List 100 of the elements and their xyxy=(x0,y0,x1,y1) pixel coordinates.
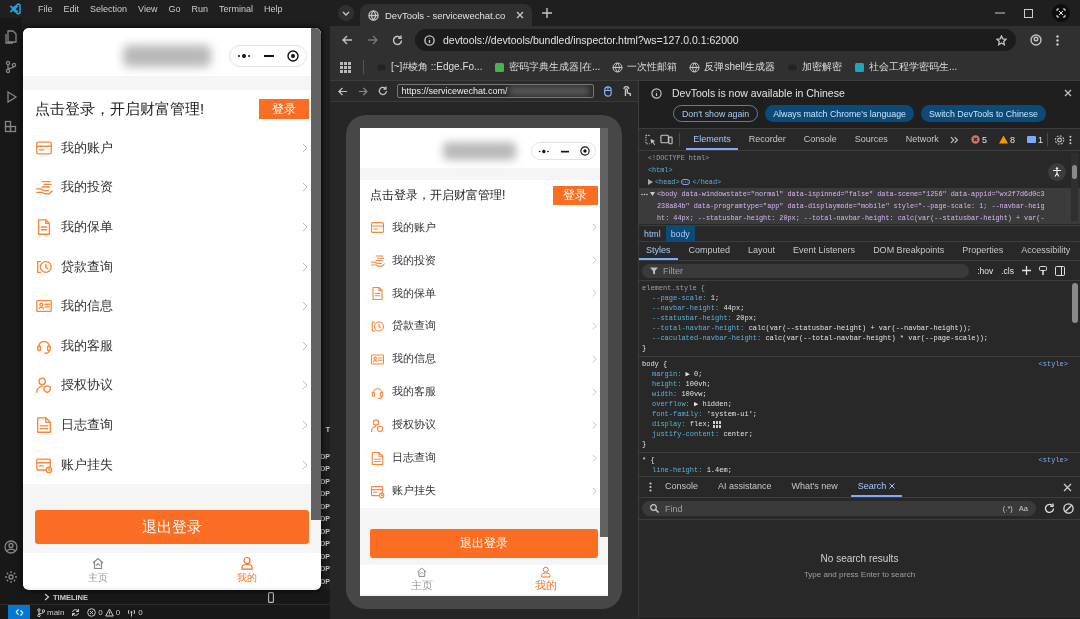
menu-item[interactable]: 账户挂失 xyxy=(360,474,600,508)
collapse-icon[interactable] xyxy=(650,192,655,196)
bookmark[interactable]: 社会工程学密码生... xyxy=(853,60,958,74)
close-icon[interactable] xyxy=(516,11,524,19)
minimize-icon[interactable] xyxy=(560,149,569,153)
panel-tab[interactable]: Sources xyxy=(847,129,895,150)
maximize-icon[interactable] xyxy=(1024,8,1033,18)
new-tab-icon[interactable] xyxy=(542,8,552,18)
sidebar-icon[interactable] xyxy=(1055,265,1065,276)
settings-icon[interactable] xyxy=(4,570,18,584)
branch-button[interactable]: main xyxy=(37,607,65,617)
device-toggle-icon[interactable] xyxy=(660,134,674,145)
bookmark[interactable]: 反弹shell生成器 xyxy=(689,60,775,74)
profile-icon[interactable] xyxy=(1030,34,1042,46)
grid-editor-icon[interactable] xyxy=(712,420,721,428)
menu-item[interactable]: 账户挂失 xyxy=(23,444,311,485)
sync-icon[interactable] xyxy=(71,607,81,617)
toggle-button[interactable]: .cls xyxy=(1001,265,1014,276)
styles-tab[interactable]: Computed xyxy=(681,242,738,260)
menu-item[interactable]: 我的保单 xyxy=(23,207,311,247)
ellipsis-icon[interactable] xyxy=(681,179,691,185)
styles-tab[interactable]: Event Listeners xyxy=(786,242,863,260)
panel-tab[interactable]: Network xyxy=(898,129,946,150)
apps-icon[interactable] xyxy=(340,61,351,73)
menu-item[interactable]: Selection xyxy=(90,4,128,14)
scrollbar[interactable] xyxy=(599,128,608,538)
capture-button[interactable] xyxy=(1052,4,1070,22)
menu-item[interactable]: 授权协议 xyxy=(360,408,600,442)
expand-icon[interactable] xyxy=(648,179,653,185)
files-icon[interactable] xyxy=(4,30,18,44)
notice-button[interactable]: Always match Chrome's language xyxy=(765,105,914,122)
menu-icon[interactable] xyxy=(649,482,652,492)
browser-tab[interactable]: DevTools - servicewechat.co xyxy=(360,4,532,26)
notice-button[interactable]: Switch DevTools to Chinese xyxy=(920,105,1046,122)
styles-tab[interactable]: Properties xyxy=(955,242,1011,260)
settings-icon[interactable] xyxy=(1054,133,1066,146)
styles-tab[interactable]: Accessibility xyxy=(1014,242,1078,260)
bookmark[interactable]: 加密解密 xyxy=(786,60,842,74)
drawer-tab[interactable]: What's new xyxy=(784,477,845,497)
more-icon[interactable] xyxy=(641,193,648,196)
menu-item[interactable]: View xyxy=(138,4,158,14)
menu-item[interactable]: 我的账户 xyxy=(360,211,600,245)
minimize-icon[interactable] xyxy=(264,54,274,58)
panel-tab[interactable]: Elements xyxy=(686,129,738,150)
account-icon[interactable] xyxy=(4,540,18,554)
styles-tab[interactable]: Layout xyxy=(741,242,783,260)
menu-item[interactable]: 我的客服 xyxy=(360,375,600,409)
tab-search-button[interactable] xyxy=(338,5,354,21)
styles-tab[interactable]: DOM Breakpoints xyxy=(866,242,952,260)
warning-count[interactable]: 8 xyxy=(999,134,1016,145)
menu-item[interactable]: Terminal xyxy=(218,4,253,14)
breadcrumb[interactable]: body xyxy=(665,226,695,241)
record-icon[interactable] xyxy=(287,50,300,62)
source-control-icon[interactable] xyxy=(4,60,18,74)
menu-item[interactable]: 授权协议 xyxy=(23,365,311,406)
menu-item[interactable]: 我的信息 xyxy=(23,286,311,326)
menu-item[interactable]: Help xyxy=(263,4,283,14)
remote-button[interactable] xyxy=(8,605,30,619)
menu-item[interactable]: 我的保单 xyxy=(360,277,600,310)
reload-icon[interactable] xyxy=(377,86,388,96)
forward-icon[interactable] xyxy=(357,86,368,96)
back-icon[interactable] xyxy=(342,35,353,45)
menu-item[interactable]: 我的客服 xyxy=(23,325,311,366)
forward-icon[interactable] xyxy=(367,35,378,45)
styles-tab[interactable]: Styles xyxy=(639,242,678,260)
reload-icon[interactable] xyxy=(392,34,403,46)
mouse-icon[interactable] xyxy=(604,85,613,97)
drawer-tab[interactable]: AI assistance xyxy=(711,477,779,497)
bookmark[interactable]: [~]#棱角 ::Edge.Fo... xyxy=(376,60,483,74)
back-icon[interactable] xyxy=(338,86,348,96)
menu-item[interactable]: Run xyxy=(191,4,208,14)
ports-button[interactable]: 0 xyxy=(127,607,143,617)
scrollbar[interactable] xyxy=(1072,283,1078,323)
menu-icon[interactable] xyxy=(1069,134,1073,145)
menu-item[interactable]: 日志查询 xyxy=(360,441,600,475)
more-tabs-icon[interactable] xyxy=(949,135,960,144)
panel-tab[interactable]: Recorder xyxy=(741,129,793,150)
more-icon[interactable] xyxy=(236,53,251,59)
device-icon[interactable] xyxy=(268,591,274,603)
menu-item[interactable]: 我的账户 xyxy=(23,128,311,168)
menu-item[interactable]: 我的信息 xyxy=(360,342,600,376)
debug-icon[interactable] xyxy=(4,90,18,104)
menu-item[interactable]: 我的投资 xyxy=(360,244,600,278)
close-icon[interactable] xyxy=(1063,482,1072,492)
menu-item[interactable]: Edit xyxy=(63,4,80,14)
more-icon[interactable] xyxy=(537,148,550,154)
inspect-icon[interactable] xyxy=(645,133,657,146)
accessibility-button[interactable] xyxy=(1048,163,1066,181)
menu-item[interactable]: 贷款查询 xyxy=(23,246,311,287)
filter-field[interactable]: Filter xyxy=(642,263,970,278)
scrollbar[interactable] xyxy=(1071,153,1078,221)
menu-item[interactable]: 我的投资 xyxy=(23,167,311,208)
message-count[interactable]: 1 xyxy=(1027,134,1044,145)
scrollbar[interactable] xyxy=(311,28,321,520)
extensions-icon[interactable] xyxy=(4,120,18,134)
star-icon[interactable] xyxy=(996,34,1007,46)
drawer-tab[interactable]: Console xyxy=(658,477,706,497)
menu-item[interactable]: File xyxy=(38,4,53,14)
menu-item[interactable]: 贷款查询 xyxy=(360,310,600,343)
add-icon[interactable] xyxy=(1022,266,1031,275)
